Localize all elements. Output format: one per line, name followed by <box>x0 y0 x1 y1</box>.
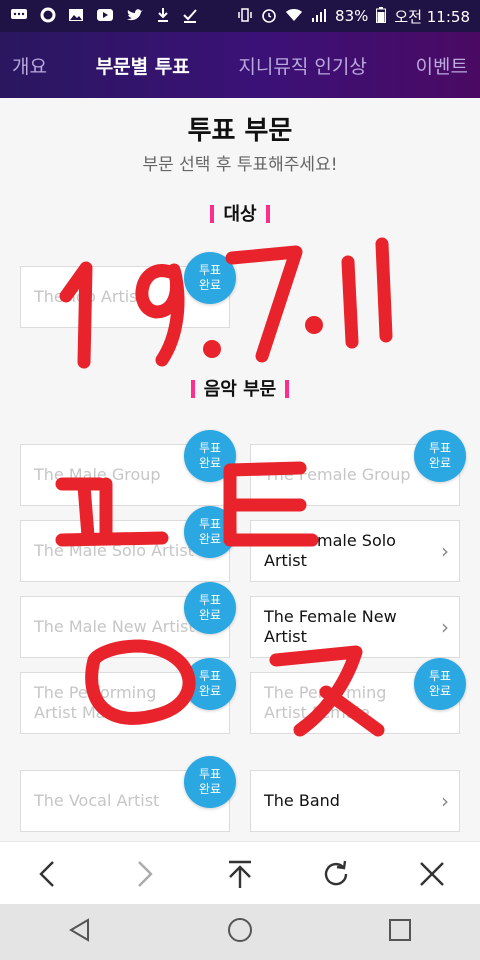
category-label: The Female Group <box>264 465 411 484</box>
category-card[interactable]: The Female Solo Artist › <box>250 520 460 582</box>
section-bar-right <box>285 380 290 398</box>
category-label: The Female Solo Artist <box>264 531 396 570</box>
vibrate-icon <box>237 7 253 26</box>
chevron-right-icon: › <box>441 789 449 813</box>
vote-complete-badge: 투표 완료 <box>414 658 466 710</box>
category-label: The Performing Artist Female <box>264 683 387 722</box>
section-heading-music: 음악 부문 <box>0 375 480 401</box>
nav-recents-icon[interactable] <box>388 918 412 946</box>
tab-event[interactable]: 이벤트 <box>416 52 468 79</box>
page-title: 투표 부문 <box>187 116 293 146</box>
vote-complete-badge: 투표 완료 <box>184 658 236 710</box>
twitter-icon <box>126 8 144 25</box>
chevron-right-icon: › <box>441 539 449 563</box>
nav-back-icon[interactable] <box>68 918 92 946</box>
section-heading-grand: 대상 <box>0 200 480 226</box>
battery-icon <box>376 6 387 26</box>
chevron-right-icon: › <box>441 615 449 639</box>
signal-icon <box>311 8 327 25</box>
check-icon <box>182 7 198 26</box>
category-card[interactable]: The Band › <box>250 770 460 832</box>
tab-bar: 개요 부문별 투표 지니뮤직 인기상 이벤트 <box>0 32 480 98</box>
circle-icon <box>40 7 56 26</box>
android-nav-bar <box>0 904 480 960</box>
image-icon <box>68 8 84 25</box>
close-icon[interactable] <box>412 854 452 894</box>
category-card[interactable]: The Female New Artist › <box>250 596 460 658</box>
scroll-top-icon[interactable] <box>220 854 260 894</box>
section-label: 음악 부문 <box>203 379 277 400</box>
section-bar-left <box>210 205 215 223</box>
refresh-icon[interactable] <box>316 854 356 894</box>
vote-complete-badge: 투표 완료 <box>184 430 236 482</box>
tab-overview[interactable]: 개요 <box>12 52 47 79</box>
forward-icon[interactable] <box>124 854 164 894</box>
vote-content: 투표 부문 부문 선택 후 투표해주세요! 대상 음악 부문 The Top A… <box>0 98 480 841</box>
vote-complete-badge: 투표 완료 <box>184 582 236 634</box>
wifi-icon <box>285 8 303 25</box>
section-bar-left <box>190 380 195 398</box>
vote-complete-badge: 투표 완료 <box>184 756 236 808</box>
category-label: The Performing Artist Male <box>34 683 157 722</box>
battery-level: 83% <box>335 7 369 25</box>
download-icon <box>156 7 170 26</box>
category-label: The Band <box>264 791 340 810</box>
category-label: The Male Group <box>34 465 161 484</box>
browser-toolbar <box>0 841 480 905</box>
vote-complete-badge: 투표 완료 <box>184 252 236 304</box>
category-label: The Female New Artist <box>264 607 397 646</box>
section-label: 대상 <box>223 204 257 225</box>
back-icon[interactable] <box>28 854 68 894</box>
category-label: The Top Artist <box>34 287 144 306</box>
tab-category-vote[interactable]: 부문별 투표 <box>96 52 190 79</box>
category-label: The Male New Artist <box>34 617 195 636</box>
tab-genie-popularity[interactable]: 지니뮤직 인기상 <box>238 52 366 79</box>
vote-complete-badge: 투표 완료 <box>184 506 236 558</box>
category-label: The Vocal Artist <box>34 791 160 810</box>
category-label: The Male Solo Artist <box>34 541 194 560</box>
message-icon <box>10 8 28 25</box>
vote-complete-badge: 투표 완료 <box>414 430 466 482</box>
nav-home-icon[interactable] <box>227 917 253 947</box>
page-subtitle: 부문 선택 후 투표해주세요! <box>142 155 338 175</box>
alarm-icon <box>261 7 277 26</box>
status-bar: 83% 오전 11:58 <box>0 0 480 32</box>
section-bar-right <box>265 205 270 223</box>
youtube-icon <box>96 8 114 25</box>
clock: 오전 11:58 <box>394 7 470 26</box>
